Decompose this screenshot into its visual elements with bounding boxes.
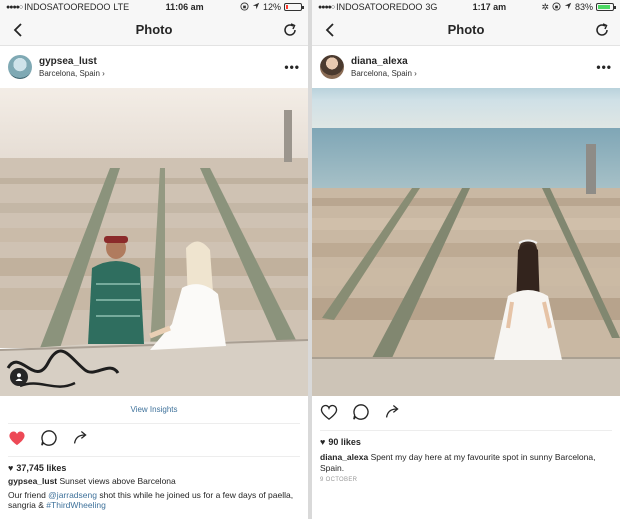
post-header: diana_alexa Barcelona, Spain › •••: [312, 46, 620, 88]
post-header: gypsea_lust Barcelona, Spain › •••: [0, 46, 308, 88]
back-icon[interactable]: [8, 20, 28, 40]
comment-icon[interactable]: [40, 429, 58, 452]
action-bar: [312, 398, 620, 430]
clock: 1:17 am: [472, 2, 507, 12]
nav-bar: Photo: [0, 14, 308, 46]
caption-username[interactable]: diana_alexa: [320, 452, 368, 462]
more-icon[interactable]: •••: [596, 60, 612, 74]
brightness-icon: ✲: [541, 1, 549, 12]
lock-rotation-icon: [552, 1, 561, 13]
avatar[interactable]: [8, 55, 32, 79]
carrier-name: INDOSATOOREDOO: [336, 2, 423, 12]
right-screenshot: ●●●●○ INDOSATOOREDOO 3G 1:17 am ✲ 83% Ph…: [312, 0, 620, 519]
status-bar: ●●●●○ INDOSATOOREDOO 3G 1:17 am ✲ 83%: [312, 0, 620, 14]
nav-bar: Photo: [312, 14, 620, 46]
share-icon[interactable]: [384, 403, 401, 425]
heart-small-icon: ♥: [320, 437, 326, 447]
location-arrow-icon: [564, 2, 572, 12]
heart-small-icon: ♥: [8, 463, 14, 473]
page-title: Photo: [447, 22, 485, 37]
refresh-icon[interactable]: [592, 20, 612, 40]
clock: 11:06 am: [165, 2, 204, 12]
network-type: LTE: [113, 2, 130, 12]
carrier-name: INDOSATOOREDOO: [24, 2, 111, 12]
caption-text: Sunset views above Barcelona: [59, 476, 176, 486]
post-username[interactable]: diana_alexa: [351, 56, 596, 67]
left-screenshot: ●●●●○ INDOSATOOREDOO LTE 11:06 am 12% Ph…: [0, 0, 308, 519]
network-type: 3G: [425, 2, 438, 12]
likes-count[interactable]: ♥ 37,745 likes: [0, 457, 308, 476]
post-location[interactable]: Barcelona, Spain ›: [351, 69, 596, 78]
post-caption: gypsea_lust Sunset views above Barcelona: [0, 476, 308, 487]
tag-people-icon[interactable]: [10, 368, 28, 386]
status-bar: ●●●●○ INDOSATOOREDOO LTE 11:06 am 12%: [0, 0, 308, 14]
view-insights-link[interactable]: View Insights: [8, 396, 300, 424]
caption-username[interactable]: gypsea_lust: [8, 476, 57, 486]
refresh-icon[interactable]: [280, 20, 300, 40]
back-icon[interactable]: [320, 20, 340, 40]
battery-percent: 12%: [262, 2, 281, 12]
battery-icon: [284, 3, 304, 11]
avatar[interactable]: [320, 55, 344, 79]
action-bar: [0, 424, 308, 456]
post-location[interactable]: Barcelona, Spain ›: [39, 69, 284, 78]
signal-dots-icon: ●●●●○: [318, 3, 335, 11]
comment-hashtag[interactable]: #ThirdWheeling: [46, 500, 106, 510]
location-arrow-icon: [252, 2, 260, 12]
page-title: Photo: [135, 22, 173, 37]
battery-percent: 83%: [574, 2, 593, 12]
post-username[interactable]: gypsea_lust: [39, 56, 284, 67]
more-icon[interactable]: •••: [284, 60, 300, 74]
post-caption: diana_alexa Spent my day here at my favo…: [312, 452, 620, 473]
lock-rotation-icon: [240, 1, 249, 13]
post-photo[interactable]: [312, 88, 620, 396]
post-photo[interactable]: [0, 88, 308, 396]
likes-count[interactable]: ♥ 90 likes: [312, 431, 620, 450]
comment-icon[interactable]: [352, 403, 370, 426]
post-date: 9 OCTOBER: [320, 477, 358, 484]
heart-outline-icon[interactable]: [320, 404, 338, 425]
comment-text-1: Our friend: [8, 489, 46, 500]
share-icon[interactable]: [72, 429, 89, 451]
comment: Our friend @jarradseng shot this while h…: [0, 490, 308, 511]
heart-filled-icon[interactable]: [8, 430, 26, 451]
comment-mention[interactable]: @jarradseng: [48, 490, 97, 500]
battery-icon: [596, 3, 616, 11]
signal-dots-icon: ●●●●○: [6, 3, 23, 11]
